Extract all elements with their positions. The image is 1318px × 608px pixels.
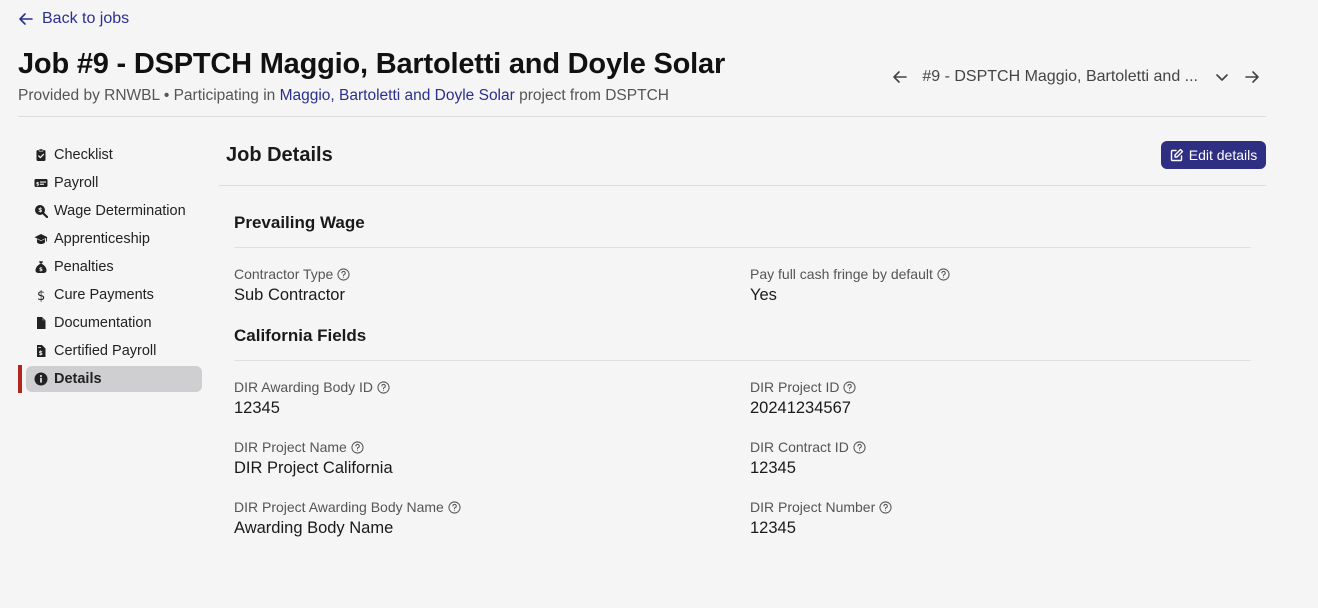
sidebar-nav: Checklist $ Payroll $ Wage Determination… [18,141,202,393]
search-dollar-icon: $ [35,205,48,218]
sidebar-item-label: Apprenticeship [54,231,150,247]
header-divider [18,116,1266,117]
sidebar-item-label: Penalties [54,259,114,275]
help-circle-icon[interactable] [843,380,857,394]
sidebar-item-label: Documentation [54,315,152,331]
group-divider [234,360,1251,361]
field-label: DIR Project Number [750,499,876,515]
active-indicator [18,365,22,393]
arrow-left-icon [893,71,908,83]
previous-job-button[interactable] [892,69,908,85]
dollar-icon: $ [37,289,45,302]
active-highlight [26,366,202,392]
next-job-button[interactable] [1244,69,1260,85]
field-label: Pay full cash fringe by default [750,266,933,282]
sidebar-item-certified-payroll[interactable]: $ Certified Payroll [18,337,202,365]
field-value: 20241234567 [750,399,851,417]
svg-text:$: $ [38,207,42,214]
help-circle-icon[interactable] [377,380,390,394]
help-circle-icon[interactable] [448,500,461,514]
field-label: DIR Awarding Body ID [234,379,374,395]
subtitle-suffix: project from DSPTCH [514,87,669,104]
field-label: DIR Project Name [234,439,347,455]
sidebar-item-documentation[interactable]: Documentation [18,309,202,337]
project-link[interactable]: Maggio, Bartoletti and Doyle Solar [280,87,515,104]
field-label: DIR Project ID [750,379,840,395]
help-circle-icon[interactable] [351,440,364,454]
group-title-prevailing-wage: Prevailing Wage [234,213,365,232]
sidebar-item-label: Details [54,371,102,387]
field-dir-project-id: DIR Project ID 20241234567 [750,379,857,418]
job-navigator: #9 - DSPTCH Maggio, Bartoletti and ... [892,68,1260,86]
field-value: 12345 [234,399,280,417]
sidebar-item-cure-payments[interactable]: $ Cure Payments [18,281,202,309]
info-circle-icon [34,372,48,386]
edit-details-label: Edit details [1188,147,1258,163]
field-value: Yes [750,286,777,304]
back-to-jobs-link[interactable]: Back to jobs [18,10,129,28]
help-circle-icon[interactable] [337,267,350,281]
sidebar-item-payroll[interactable]: $ Payroll [18,169,202,197]
sidebar-item-apprenticeship[interactable]: Apprenticeship [18,225,202,253]
field-value: Sub Contractor [234,286,345,304]
field-dir-project-name: DIR Project Name DIR Project California [234,439,393,478]
money-bag-icon: $ [35,261,47,273]
field-label: Contractor Type [234,266,334,282]
page-title: Job #9 - DSPTCH Maggio, Bartoletti and D… [18,48,726,80]
sidebar-item-label: Cure Payments [54,287,154,303]
field-value: 12345 [750,519,796,537]
svg-text:$: $ [39,350,43,357]
job-select[interactable]: #9 - DSPTCH Maggio, Bartoletti and ... [922,68,1230,86]
help-circle-icon[interactable] [853,440,866,454]
file-icon [37,317,46,329]
field-value: 12345 [750,459,796,477]
field-contractor-type: Contractor Type Sub Contractor [234,266,350,305]
field-dir-awarding-body-id: DIR Awarding Body ID 12345 [234,379,390,418]
field-dir-project-number: DIR Project Number 12345 [750,499,892,538]
arrow-left-icon [19,13,33,25]
sidebar-item-label: Payroll [54,175,99,191]
graduation-cap-icon [34,234,48,244]
edit-details-button[interactable]: Edit details [1161,141,1266,169]
chevron-down-icon [1216,74,1228,81]
subtitle-prefix: Provided by RNWBL • Participating in [18,87,280,104]
field-pay-full-cash-fringe: Pay full cash fringe by default Yes [750,266,950,305]
job-select-value: #9 - DSPTCH Maggio, Bartoletti and ... [922,68,1198,85]
clipboard-check-icon [36,148,46,161]
field-dir-contract-id: DIR Contract ID 12345 [750,439,866,478]
help-circle-icon[interactable] [937,267,950,281]
sidebar-item-penalties[interactable]: $ Penalties [18,253,202,281]
sidebar-item-label: Certified Payroll [54,343,157,359]
main-divider [219,185,1266,186]
field-dir-project-awarding-body-name: DIR Project Awarding Body Name Awarding … [234,499,461,538]
sidebar-item-details[interactable]: Details [18,365,202,393]
group-title-california-fields: California Fields [234,326,367,345]
sidebar-item-label: Checklist [54,147,113,163]
file-invoice-icon: $ [37,345,46,357]
group-divider [234,247,1251,248]
sidebar-item-checklist[interactable]: Checklist [18,141,202,169]
field-value: Awarding Body Name [234,519,394,537]
sidebar-item-wage-determination[interactable]: $ Wage Determination [18,197,202,225]
svg-text:$: $ [36,181,40,187]
sidebar-item-label: Wage Determination [54,203,186,219]
edit-icon [1170,148,1183,162]
field-value: DIR Project California [234,459,393,477]
svg-text:$: $ [37,289,45,302]
back-to-jobs-label: Back to jobs [42,10,130,27]
help-circle-icon[interactable] [879,500,892,514]
money-check-icon: $ [34,179,48,187]
field-label: DIR Project Awarding Body Name [234,499,444,515]
page-subtitle: Provided by RNWBL • Participating in Mag… [18,87,669,105]
svg-text:$: $ [39,267,43,273]
field-label: DIR Contract ID [750,439,849,455]
arrow-right-icon [1245,71,1259,83]
section-title: Job Details [226,144,333,166]
page: Back to jobs Job #9 - DSPTCH Maggio, Bar… [0,0,1318,608]
